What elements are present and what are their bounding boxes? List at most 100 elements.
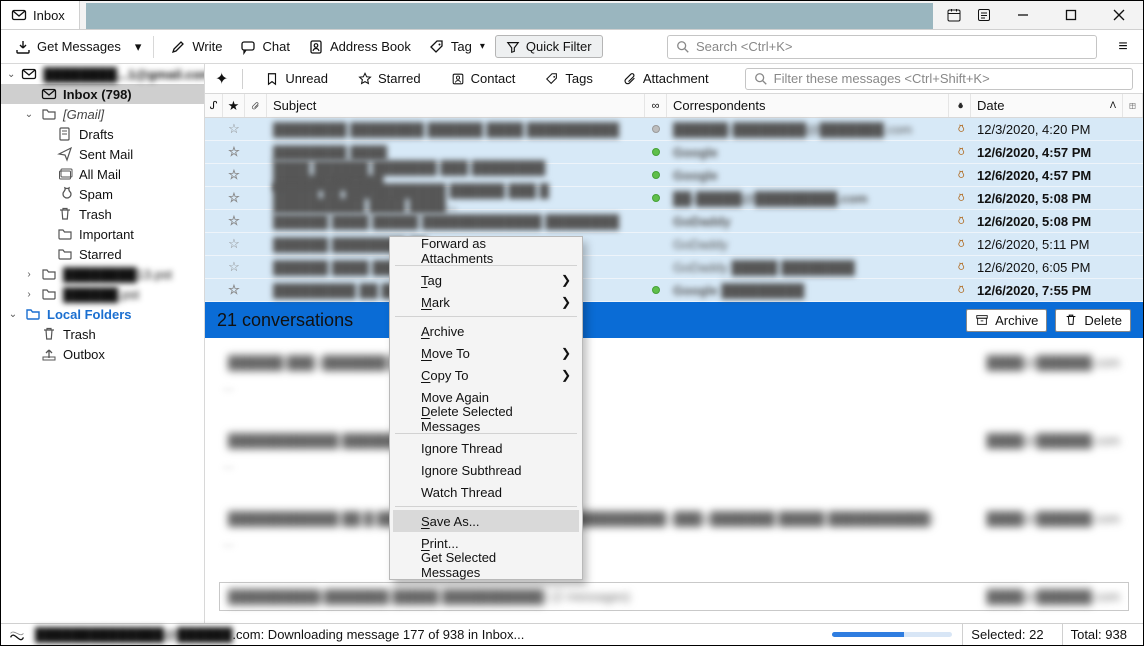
- get-messages-dropdown[interactable]: ▾: [131, 35, 146, 59]
- calendar-button[interactable]: [939, 1, 969, 30]
- message-row[interactable]: ☆ ██████ ████████ ██ GoDaddy 12/6/2020, …: [205, 233, 1143, 256]
- download-progress: [832, 632, 952, 637]
- sidebar-item-label: All Mail: [79, 167, 121, 182]
- context-menu-item[interactable]: Ignore Subthread ❯: [393, 459, 579, 481]
- drafts-icon: [57, 126, 73, 142]
- conversation-item[interactable]: ████████████ ██████ ███ ████@██████.com: [219, 426, 1129, 455]
- folder-sidebar: ⌄ ████████...1@gmail.com · Inbox (798) ⌄…: [1, 64, 205, 623]
- message-row[interactable]: ☆ █████████ ██ ██████ Google █████████ 1…: [205, 279, 1143, 302]
- col-correspondent-indicator[interactable]: ∞: [645, 94, 667, 117]
- message-row[interactable]: ☆ ██████ ████ █████ █████████████ ██████…: [205, 210, 1143, 233]
- folder-icon: [41, 106, 57, 122]
- filter-attachment[interactable]: Attachment: [615, 67, 717, 90]
- conversation-item[interactable]: ██████████(███████ █████ ███████████) (2…: [219, 582, 1129, 611]
- col-junk-status[interactable]: [949, 94, 971, 117]
- activity-icon: [9, 629, 25, 641]
- filter-tags[interactable]: Tags: [537, 67, 600, 90]
- sidebar-item[interactable]: · Trash: [1, 324, 204, 344]
- col-thread-toggle[interactable]: ᔑ: [205, 94, 223, 117]
- context-menu-item[interactable]: Watch Thread ❯: [393, 481, 579, 503]
- flame-icon: [949, 187, 971, 209]
- star-toggle[interactable]: ☆: [223, 256, 245, 278]
- star-toggle[interactable]: ☆: [223, 187, 245, 209]
- context-menu-item[interactable]: Archive ❯: [393, 320, 579, 342]
- sidebar-item[interactable]: · Spam: [1, 184, 204, 204]
- quick-filter-button[interactable]: Quick Filter: [495, 35, 603, 58]
- star-toggle[interactable]: ☆: [223, 141, 245, 163]
- context-menu-item[interactable]: Forward as Attachments ❯: [393, 240, 579, 262]
- get-messages-button[interactable]: Get Messages: [7, 35, 129, 59]
- filter-contact[interactable]: Contact: [443, 67, 524, 90]
- global-search-input[interactable]: [696, 39, 1088, 54]
- tab-inbox[interactable]: Inbox: [1, 1, 80, 29]
- write-button[interactable]: Write: [162, 35, 230, 59]
- col-date[interactable]: Dateᐱ: [971, 94, 1123, 117]
- message-row[interactable]: ☆ █████ ██ ███████████ ██████ ███ █ ████…: [205, 187, 1143, 210]
- context-menu-separator: [395, 506, 577, 507]
- star-toggle[interactable]: ☆: [223, 210, 245, 232]
- sidebar-item[interactable]: ⌄ Local Folders: [1, 304, 204, 324]
- context-menu-item[interactable]: Tag ❯: [393, 269, 579, 291]
- message-row[interactable]: ☆ ████████ ████████ ██████ ████ ████████…: [205, 118, 1143, 141]
- tag-button[interactable]: Tag: [421, 35, 493, 59]
- chat-button[interactable]: Chat: [232, 35, 297, 59]
- star-toggle[interactable]: ☆: [223, 279, 245, 301]
- status-bar: ██████████████@██████.com: Downloading m…: [1, 623, 1143, 645]
- sidebar-item[interactable]: ⌄ ████████...1@gmail.com: [1, 64, 204, 84]
- window-maximize[interactable]: [1047, 1, 1095, 30]
- folder-icon: [41, 286, 57, 302]
- message-filter-input[interactable]: [774, 71, 1124, 86]
- star-toggle[interactable]: ☆: [223, 233, 245, 255]
- archive-button[interactable]: Archive: [966, 309, 1047, 332]
- context-menu-item[interactable]: Copy To ❯: [393, 364, 579, 386]
- col-attachment[interactable]: [245, 94, 267, 117]
- sidebar-item[interactable]: · Trash: [1, 204, 204, 224]
- sidebar-item[interactable]: · Drafts: [1, 124, 204, 144]
- star-toggle[interactable]: ☆: [223, 118, 245, 140]
- col-star[interactable]: ★: [223, 94, 245, 117]
- inbox-icon: [41, 86, 57, 102]
- sidebar-item[interactable]: · Inbox (798): [1, 84, 204, 104]
- star-toggle[interactable]: ☆: [223, 164, 245, 186]
- context-menu-item[interactable]: Delete Selected Messages ❯: [393, 408, 579, 430]
- context-menu-item[interactable]: Save As... ❯: [393, 510, 579, 532]
- window-minimize[interactable]: [999, 1, 1047, 30]
- col-picker[interactable]: [1123, 94, 1143, 117]
- flame-icon: [949, 164, 971, 186]
- sidebar-item[interactable]: · Sent Mail: [1, 144, 204, 164]
- window-close[interactable]: [1095, 1, 1143, 30]
- context-menu-item[interactable]: Mark ❯: [393, 291, 579, 313]
- global-search[interactable]: [667, 35, 1097, 59]
- message-filter-search[interactable]: [745, 68, 1133, 90]
- col-correspondents[interactable]: Correspondents: [667, 94, 949, 117]
- sidebar-item[interactable]: · Starred: [1, 244, 204, 264]
- conversation-preview: ██████ ███ (███████ █████ ███████████) █…: [205, 338, 1143, 623]
- message-list: ☆ ████████ ████████ ██████ ████ ████████…: [205, 118, 1143, 302]
- status-selected: Selected: 22: [962, 624, 1051, 645]
- sidebar-item[interactable]: › ████████13.pst: [1, 264, 204, 284]
- col-subject[interactable]: Subject: [267, 94, 645, 117]
- app-menu-button[interactable]: ≡: [1109, 35, 1137, 59]
- sidebar-item[interactable]: · Outbox: [1, 344, 204, 364]
- sidebar-item[interactable]: · Important: [1, 224, 204, 244]
- sidebar-item[interactable]: › ██████.pst: [1, 284, 204, 304]
- keep-filters-icon[interactable]: ✦: [215, 69, 228, 89]
- sidebar-item[interactable]: ⌄ [Gmail]: [1, 104, 204, 124]
- address-book-button[interactable]: Address Book: [300, 35, 419, 59]
- main-pane: ✦ Unread Starred Contact Tags: [205, 64, 1143, 623]
- outbox-icon: [41, 346, 57, 362]
- delete-button[interactable]: Delete: [1055, 309, 1131, 332]
- context-menu-item[interactable]: Ignore Thread ❯: [393, 437, 579, 459]
- flame-icon: [949, 279, 971, 301]
- conversation-item[interactable]: ██████ ███ (███████ █████ ███████████) █…: [219, 348, 1129, 377]
- message-row[interactable]: ☆ ██████ ████ ██████ GoDaddy █████ █████…: [205, 256, 1143, 279]
- filter-starred[interactable]: Starred: [350, 67, 429, 90]
- tasks-button[interactable]: [969, 1, 999, 30]
- message-context-menu: Forward as Attachments ❯ Tag ❯ Mark ❯ Ar…: [389, 236, 583, 580]
- context-menu-item[interactable]: Move To ❯: [393, 342, 579, 364]
- conversation-item[interactable]: ████████████ ██ █ ███ ██████████████████…: [219, 504, 1129, 533]
- sidebar-item-label: Sent Mail: [79, 147, 133, 162]
- filter-unread[interactable]: Unread: [257, 67, 336, 90]
- sidebar-item-label: Local Folders: [47, 307, 132, 322]
- sidebar-item[interactable]: · All Mail: [1, 164, 204, 184]
